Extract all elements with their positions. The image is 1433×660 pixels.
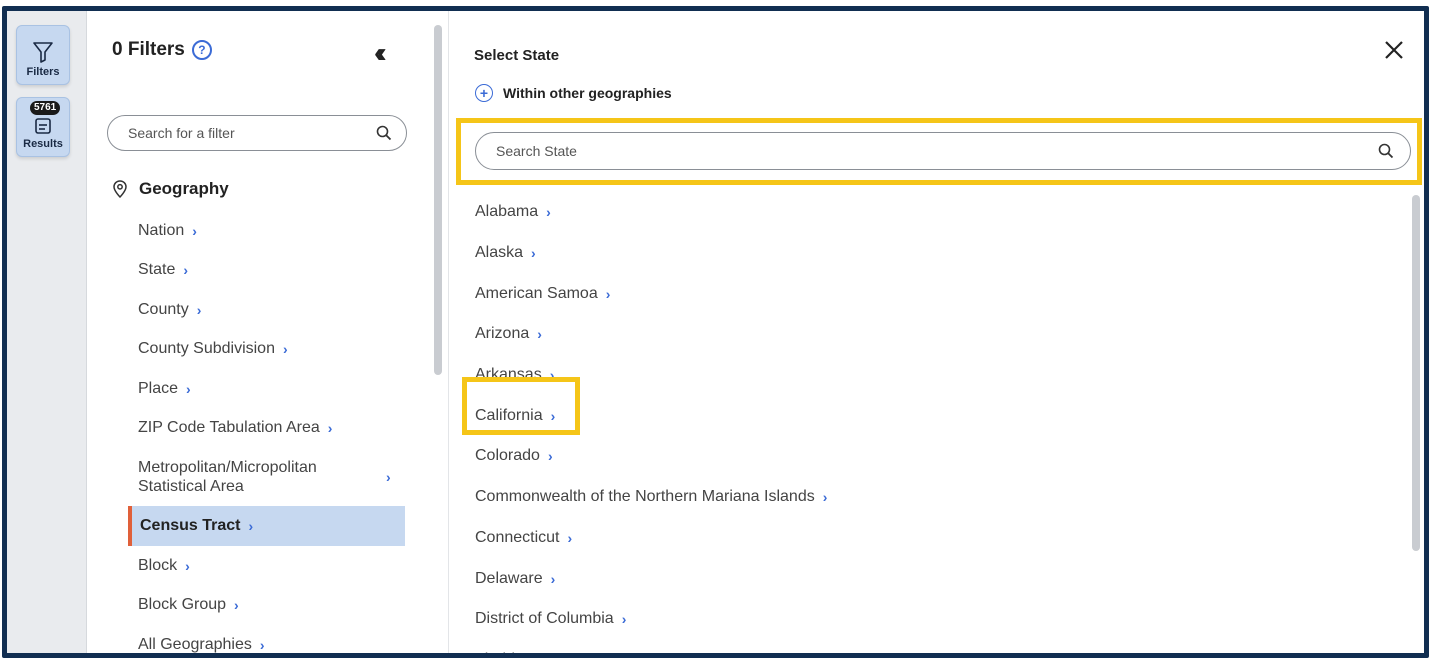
geo-item-label: Block Group <box>138 596 227 614</box>
results-label: Results <box>23 138 63 150</box>
results-icon <box>35 118 51 134</box>
state-search-input[interactable] <box>496 143 1378 159</box>
select-state-title: Select State <box>474 47 560 64</box>
chevron-right-icon: › <box>186 380 191 397</box>
chevron-right-icon: › <box>282 341 288 358</box>
geo-item-label: All Geographies <box>138 635 252 653</box>
geo-item-county-subdivision[interactable]: County Subdivision › <box>130 330 405 370</box>
filters-title: 0 Filters ? <box>112 39 212 61</box>
chevron-right-icon: › <box>546 204 551 221</box>
results-count-badge: 5761 <box>30 101 61 115</box>
chevron-right-icon: › <box>532 652 537 653</box>
chevron-right-icon: › <box>386 468 391 485</box>
chevron-right-icon: › <box>196 301 202 318</box>
filters-label: Filters <box>26 66 60 78</box>
filter-search-field[interactable] <box>107 115 407 151</box>
geo-item-label: Metropolitan/Micropolitan Statistical Ar… <box>138 459 317 495</box>
location-pin-icon <box>113 180 127 198</box>
state-item[interactable]: Commonwealth of the Northern Mariana Isl… <box>475 477 1375 518</box>
state-item[interactable]: Alaska › <box>475 233 1375 274</box>
state-item-label: Delaware <box>475 569 543 587</box>
chevron-right-icon: › <box>185 557 190 574</box>
state-item-label: American Samoa <box>475 284 598 302</box>
geo-item-label: Census Tract <box>140 517 241 534</box>
geo-item-nation[interactable]: Nation › <box>130 211 405 251</box>
plus-circle-icon: + <box>475 84 493 102</box>
left-rail: Filters 5761 Results <box>7 11 87 653</box>
state-search-field[interactable] <box>475 132 1411 170</box>
geo-item-place[interactable]: Place › <box>130 369 405 409</box>
state-item-label: Florida <box>475 651 524 653</box>
chevron-right-icon: › <box>537 326 542 343</box>
state-item[interactable]: Florida › <box>475 640 1375 653</box>
geography-list: Nation › State › County › County Subdivisio… <box>128 211 405 653</box>
state-item-label: Arizona <box>475 325 530 343</box>
geo-item-census-tract[interactable]: Census Tract › <box>128 506 405 546</box>
geo-item-county[interactable]: County › <box>130 290 405 330</box>
state-list-scrollbar[interactable] <box>1412 195 1420 551</box>
chevron-right-icon: › <box>531 245 536 262</box>
chevron-right-icon: › <box>605 285 611 302</box>
highlight-box-california <box>462 377 580 435</box>
state-item[interactable]: Connecticut › <box>475 518 1375 559</box>
filters-panel: 0 Filters ? ‹‹ Geography Nation › State › … <box>87 11 449 653</box>
geo-item-label: Place <box>138 379 179 397</box>
state-item[interactable]: District of Columbia › <box>475 599 1375 640</box>
chevron-right-icon: › <box>822 489 828 506</box>
geo-item-zcta[interactable]: ZIP Code Tabulation Area › <box>130 409 405 449</box>
geo-item-label: State <box>138 261 176 279</box>
geography-section-header[interactable]: Geography <box>113 179 229 199</box>
close-icon[interactable] <box>1381 37 1407 63</box>
geo-item-label: Block <box>138 556 178 574</box>
select-state-panel: Select State + Within other geographies … <box>450 11 1424 653</box>
geo-item-state[interactable]: State › <box>130 251 405 291</box>
filters-scrollbar[interactable] <box>434 25 442 375</box>
app-frame: Filters 5761 Results 0 Filters ? ‹‹ Sear… <box>2 6 1429 658</box>
state-item-label: District of Columbia <box>475 610 614 628</box>
state-item[interactable]: American Samoa › <box>475 273 1375 314</box>
within-other-geographies-label: Within other geographies <box>503 85 672 101</box>
chevron-right-icon: › <box>621 611 627 628</box>
geo-item-block[interactable]: Block › <box>130 546 405 586</box>
state-item-label: Commonwealth of the Northern Mariana Isl… <box>475 488 815 506</box>
geo-item-metro-micro[interactable]: Metropolitan/Micropolitan Statistical Ar… <box>130 448 405 506</box>
state-item-label: Colorado <box>475 447 540 465</box>
state-item-label: Alabama <box>475 203 539 221</box>
chevron-right-icon: › <box>567 529 573 546</box>
state-item[interactable]: Delaware › <box>475 558 1375 599</box>
chevron-right-icon: › <box>327 420 333 437</box>
results-button[interactable]: 5761 Results <box>16 97 70 157</box>
search-icon[interactable] <box>376 125 392 141</box>
filters-button[interactable]: Filters <box>16 25 70 85</box>
state-item[interactable]: Arkansas › <box>475 355 1375 396</box>
search-icon[interactable] <box>1378 143 1394 159</box>
state-item[interactable]: Alabama › <box>475 192 1375 233</box>
state-item[interactable]: Colorado › <box>475 436 1375 477</box>
geo-item-label: ZIP Code Tabulation Area <box>138 419 320 437</box>
chevron-right-icon: › <box>547 448 553 465</box>
chevron-right-icon: › <box>259 636 265 653</box>
chevron-right-icon: › <box>192 222 197 239</box>
geo-item-block-group[interactable]: Block Group › <box>130 586 405 626</box>
chevron-right-icon: › <box>234 597 239 614</box>
state-item-label: Alaska <box>475 244 524 262</box>
geography-section-title: Geography <box>139 179 229 198</box>
geo-item-all-geographies[interactable]: All Geographies › <box>130 625 405 653</box>
state-item[interactable]: California › <box>475 395 1375 436</box>
state-item[interactable]: Arizona › <box>475 314 1375 355</box>
state-item-label: Connecticut <box>475 528 560 546</box>
geo-item-label: County Subdivision <box>138 340 275 358</box>
chevron-right-icon: › <box>248 518 254 534</box>
help-icon[interactable]: ? <box>191 40 212 60</box>
chevron-right-icon: › <box>183 262 189 279</box>
within-other-geographies-toggle[interactable]: + Within other geographies <box>475 84 672 102</box>
filter-search-input[interactable] <box>128 125 376 141</box>
state-list: Alabama › Alaska › American Samoa › Arizona › Ar… <box>475 192 1375 653</box>
filter-icon <box>33 42 53 63</box>
chevron-right-icon: › <box>550 570 556 587</box>
geo-item-label: County <box>138 300 189 318</box>
collapse-panel-icon[interactable]: ‹‹ <box>374 39 386 67</box>
filters-title-text: 0 Filters <box>112 39 185 60</box>
geo-item-label: Nation <box>138 221 185 239</box>
